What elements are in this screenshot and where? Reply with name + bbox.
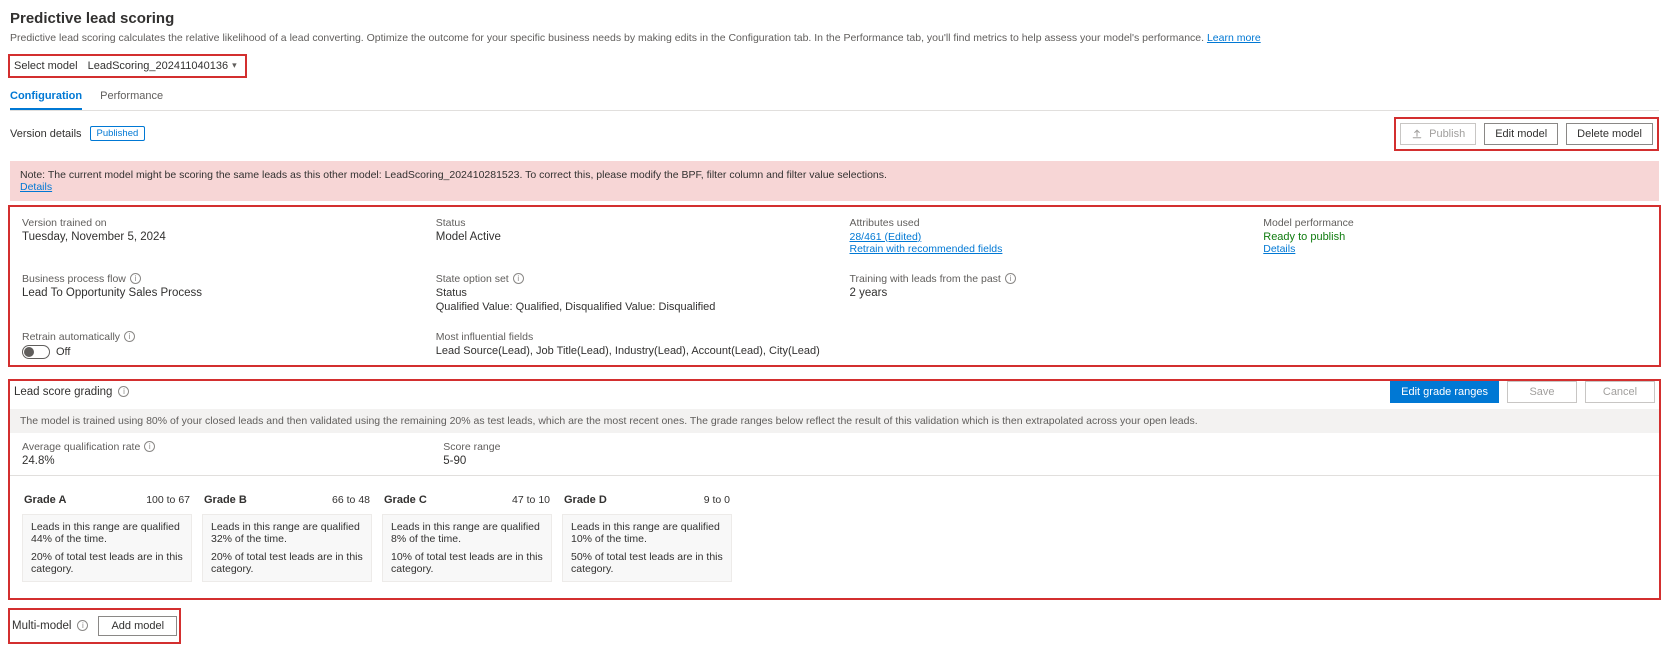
- grade-line2: 20% of total test leads are in this cate…: [211, 551, 363, 575]
- state-label-text: State option set: [436, 273, 509, 285]
- grade-name: Grade B: [204, 494, 247, 506]
- grade-range: 47 to 10: [512, 494, 550, 506]
- multi-model-title: Multi-model i: [12, 620, 88, 632]
- grade-name: Grade A: [24, 494, 66, 506]
- status-label: Status: [436, 217, 466, 229]
- chevron-down-icon: ▾: [232, 60, 237, 71]
- grading-title: Lead score grading i: [14, 386, 129, 398]
- cancel-button: Cancel: [1585, 381, 1655, 403]
- model-details-panel: Version trained on Tuesday, November 5, …: [10, 207, 1659, 365]
- tab-configuration[interactable]: Configuration: [10, 86, 82, 110]
- edit-grade-ranges-button[interactable]: Edit grade ranges: [1390, 381, 1499, 403]
- select-model-value: LeadScoring_202411040136: [88, 60, 228, 72]
- avg-qual-label-text: Average qualification rate: [22, 441, 140, 453]
- grade-card-d: Grade D 9 to 0 Leads in this range are q…: [562, 490, 732, 582]
- avg-qual-label: Average qualification rate i: [22, 441, 155, 453]
- grades-row: Grade A 100 to 67 Leads in this range ar…: [10, 476, 1659, 590]
- delete-model-button[interactable]: Delete model: [1566, 123, 1653, 145]
- avg-qual-value: 24.8%: [22, 455, 413, 467]
- grade-card-b: Grade B 66 to 48 Leads in this range are…: [202, 490, 372, 582]
- retrain-label-text: Retrain automatically: [22, 331, 120, 343]
- score-range-label: Score range: [443, 441, 500, 453]
- version-details-label: Version details: [10, 128, 82, 140]
- grade-line2: 50% of total test leads are in this cate…: [571, 551, 723, 575]
- tab-bar: Configuration Performance: [10, 86, 1659, 111]
- grade-range: 100 to 67: [146, 494, 190, 506]
- tab-performance[interactable]: Performance: [100, 86, 163, 110]
- duplicate-model-alert: Note: The current model might be scoring…: [10, 161, 1659, 201]
- influential-value: Lead Source(Lead), Job Title(Lead), Indu…: [436, 345, 1647, 357]
- state-value-1: Status: [436, 287, 820, 299]
- state-label: State option set i: [436, 273, 524, 285]
- edit-model-button[interactable]: Edit model: [1484, 123, 1558, 145]
- trained-on-value: Tuesday, November 5, 2024: [22, 231, 406, 243]
- grade-range: 66 to 48: [332, 494, 370, 506]
- publish-label: Publish: [1429, 128, 1465, 140]
- page-title: Predictive lead scoring: [10, 10, 1659, 27]
- retrain-toggle[interactable]: [22, 345, 50, 359]
- upload-icon: [1411, 128, 1423, 140]
- info-icon[interactable]: i: [513, 273, 524, 284]
- select-model-dropdown[interactable]: LeadScoring_202411040136 ▾: [88, 60, 237, 72]
- save-button: Save: [1507, 381, 1577, 403]
- info-icon[interactable]: i: [130, 273, 141, 284]
- select-model-row: Select model LeadScoring_202411040136 ▾: [10, 56, 245, 76]
- grading-info: The model is trained using 80% of your c…: [10, 409, 1659, 433]
- bpf-label: Business process flow i: [22, 273, 141, 285]
- training-with-value: 2 years: [850, 287, 1234, 299]
- multi-model-label: Multi-model: [12, 620, 71, 632]
- attributes-value[interactable]: 28/461 (Edited): [850, 231, 922, 243]
- attributes-label: Attributes used: [850, 217, 920, 229]
- training-with-label-text: Training with leads from the past: [850, 273, 1001, 285]
- retrain-value: Off: [56, 346, 70, 358]
- model-perf-value: Ready to publish: [1263, 231, 1647, 243]
- retrain-label: Retrain automatically i: [22, 331, 135, 343]
- model-action-buttons: Publish Edit model Delete model: [1394, 117, 1659, 151]
- status-value: Model Active: [436, 231, 820, 243]
- page-desc-text: Predictive lead scoring calculates the r…: [10, 32, 1207, 44]
- trained-on-label: Version trained on: [22, 217, 107, 229]
- learn-more-link[interactable]: Learn more: [1207, 32, 1261, 44]
- grading-panel: Lead score grading i Edit grade ranges S…: [10, 381, 1659, 598]
- training-with-label: Training with leads from the past i: [850, 273, 1016, 285]
- version-status-badge: Published: [90, 126, 146, 141]
- alert-text: Note: The current model might be scoring…: [20, 169, 1649, 181]
- publish-button: Publish: [1400, 123, 1476, 145]
- grade-line2: 10% of total test leads are in this cate…: [391, 551, 543, 575]
- multi-model-row: Multi-model i Add model: [10, 610, 179, 642]
- grade-line1: Leads in this range are qualified 8% of …: [391, 521, 543, 545]
- retrain-fields-link[interactable]: Retrain with recommended fields: [850, 243, 1003, 255]
- grade-line1: Leads in this range are qualified 32% of…: [211, 521, 363, 545]
- grade-line1: Leads in this range are qualified 44% of…: [31, 521, 183, 545]
- select-model-label: Select model: [14, 60, 78, 72]
- version-details: Version details Published: [10, 126, 145, 141]
- score-range-value: 5-90: [443, 455, 834, 467]
- info-icon[interactable]: i: [118, 386, 129, 397]
- grade-name: Grade C: [384, 494, 427, 506]
- grading-title-text: Lead score grading: [14, 386, 112, 398]
- alert-details-link[interactable]: Details: [20, 181, 52, 193]
- info-icon[interactable]: i: [124, 331, 135, 342]
- state-value-2: Qualified Value: Qualified, Disqualified…: [436, 301, 820, 313]
- page-description: Predictive lead scoring calculates the r…: [10, 31, 1659, 46]
- influential-label: Most influential fields: [436, 331, 533, 343]
- grade-card-a: Grade A 100 to 67 Leads in this range ar…: [22, 490, 192, 582]
- info-icon[interactable]: i: [77, 620, 88, 631]
- info-icon[interactable]: i: [144, 441, 155, 452]
- bpf-value: Lead To Opportunity Sales Process: [22, 287, 406, 299]
- grade-line1: Leads in this range are qualified 10% of…: [571, 521, 723, 545]
- info-icon[interactable]: i: [1005, 273, 1016, 284]
- model-perf-label: Model performance: [1263, 217, 1353, 229]
- model-perf-details-link[interactable]: Details: [1263, 243, 1295, 255]
- toolbar: Version details Published Publish Edit m…: [10, 117, 1659, 151]
- grade-card-c: Grade C 47 to 10 Leads in this range are…: [382, 490, 552, 582]
- add-model-button[interactable]: Add model: [98, 616, 177, 636]
- grade-range: 9 to 0: [704, 494, 730, 506]
- bpf-label-text: Business process flow: [22, 273, 126, 285]
- grade-name: Grade D: [564, 494, 607, 506]
- grade-line2: 20% of total test leads are in this cate…: [31, 551, 183, 575]
